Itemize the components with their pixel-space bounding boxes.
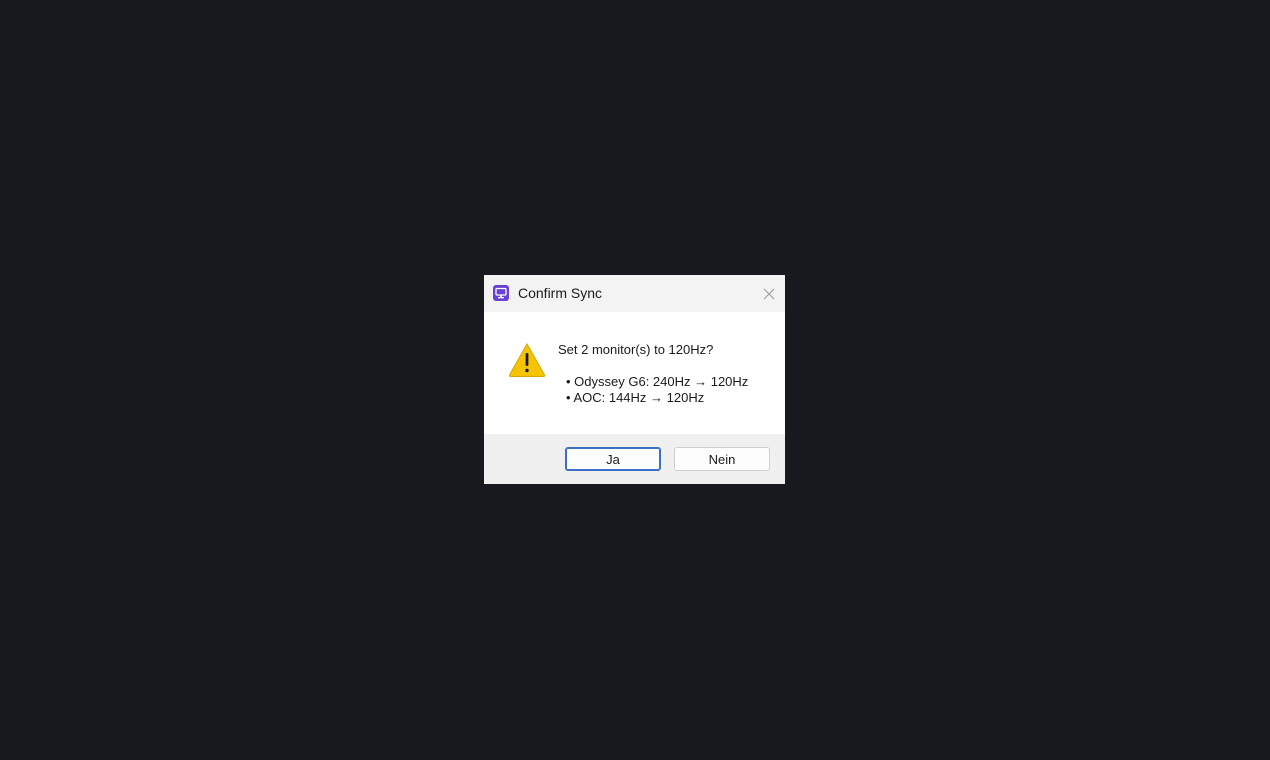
no-button[interactable]: Nein bbox=[674, 447, 770, 471]
warning-icon bbox=[508, 342, 546, 378]
dialog-content: Set 2 monitor(s) to 120Hz? • Odyssey G6:… bbox=[484, 312, 785, 434]
close-button[interactable] bbox=[753, 275, 785, 312]
dialog-titlebar[interactable]: Confirm Sync bbox=[484, 275, 785, 312]
detail-line-odyssey: • Odyssey G6: 240Hz → 120Hz bbox=[566, 374, 749, 389]
detail-line-aoc: • AOC: 144Hz → 120Hz bbox=[566, 390, 705, 405]
yes-button[interactable]: Ja bbox=[565, 447, 661, 471]
dialog-title: Confirm Sync bbox=[518, 285, 603, 301]
confirm-sync-dialog: Confirm Sync Set 2 monitor(s) to 120Hz? … bbox=[484, 275, 785, 484]
confirm-message: Set 2 monitor(s) to 120Hz? bbox=[558, 342, 714, 357]
dialog-footer: Ja Nein bbox=[484, 434, 785, 484]
close-icon bbox=[763, 288, 775, 299]
monitor-app-icon bbox=[493, 285, 509, 301]
